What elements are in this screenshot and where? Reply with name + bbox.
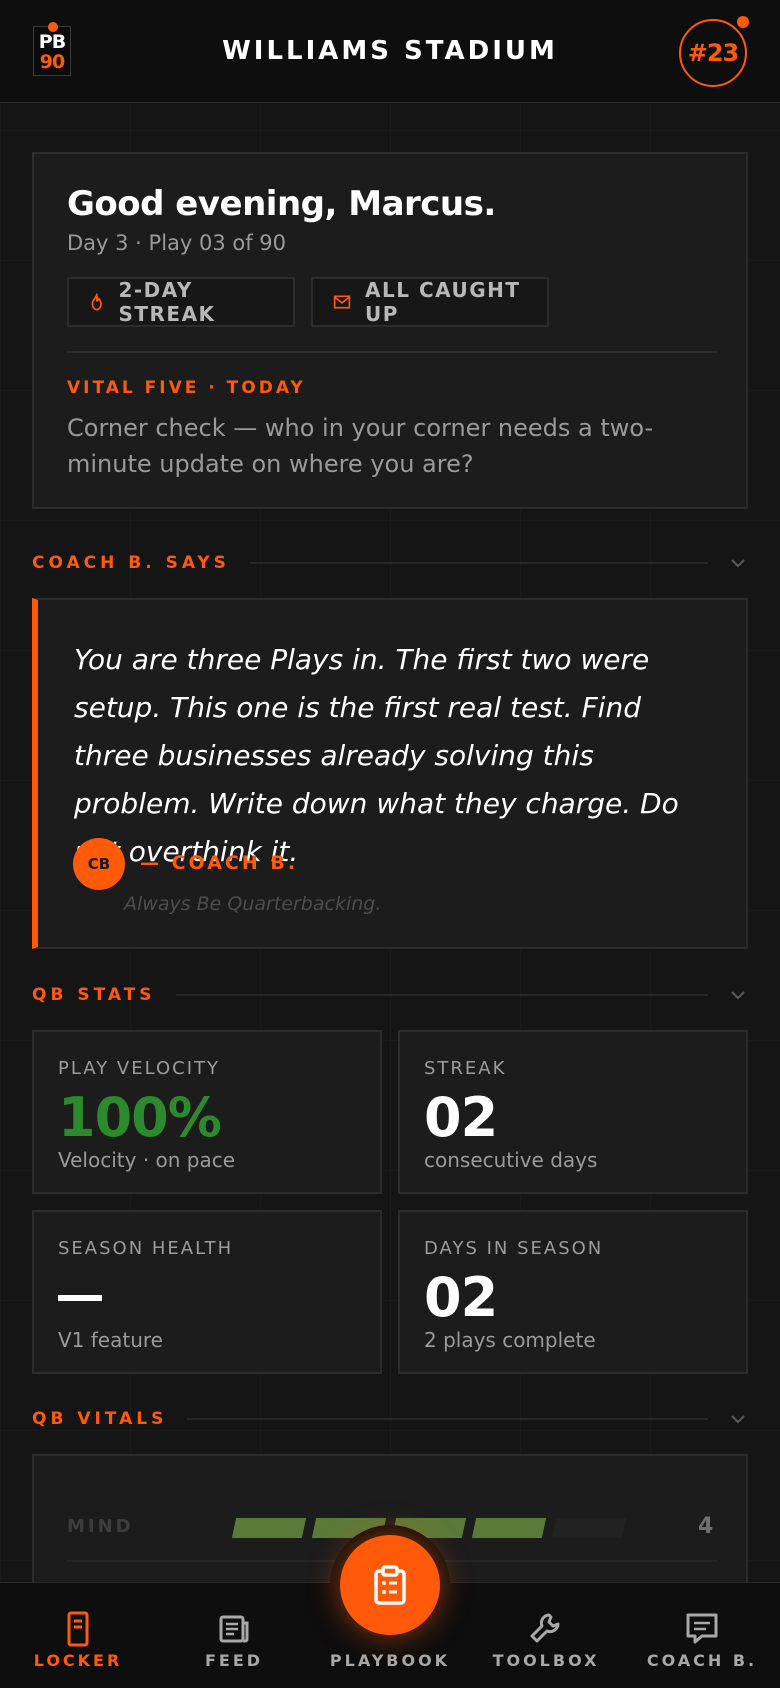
vital-five-label: VITAL FIVE · TODAY bbox=[67, 378, 306, 398]
stat-sub: consecutive days bbox=[424, 1148, 598, 1172]
stat-label: SEASON HEALTH bbox=[58, 1238, 234, 1259]
stat-card-play-velocity[interactable]: PLAY VELOCITY 100% Velocity · on pace bbox=[32, 1030, 382, 1194]
mail-icon bbox=[333, 295, 351, 309]
greeting-subtitle: Day 3 · Play 03 of 90 bbox=[67, 231, 287, 255]
vitals-section-header[interactable]: QB VITALS bbox=[32, 1404, 748, 1434]
nav-item-coach[interactable]: COACH B. bbox=[624, 1583, 780, 1688]
stats-section-title: QB STATS bbox=[32, 985, 156, 1005]
nav-label: COACH B. bbox=[646, 1651, 758, 1670]
section-rule bbox=[187, 1418, 708, 1420]
chevron-down-icon[interactable] bbox=[728, 1409, 748, 1429]
nav-label: PLAYBOOK bbox=[329, 1651, 451, 1670]
stat-label: STREAK bbox=[424, 1058, 507, 1079]
stat-value-dash bbox=[58, 1295, 102, 1301]
nav-item-locker[interactable]: LOCKER bbox=[0, 1583, 156, 1688]
stat-value: 02 bbox=[424, 1086, 498, 1149]
notification-dot bbox=[737, 16, 749, 28]
section-rule bbox=[249, 562, 708, 564]
stats-section-header[interactable]: QB STATS bbox=[32, 980, 748, 1010]
page-title: WILLIAMS STADIUM bbox=[222, 36, 558, 66]
stat-card-season-health[interactable]: SEASON HEALTH V1 feature bbox=[32, 1210, 382, 1374]
phone-icon bbox=[67, 1611, 89, 1647]
stat-label: PLAY VELOCITY bbox=[58, 1058, 221, 1079]
nav-label: FEED bbox=[204, 1651, 264, 1670]
flame-icon bbox=[91, 293, 102, 311]
streak-chip-label: 2-DAY STREAK bbox=[118, 278, 216, 326]
vital-row-value: 4 bbox=[698, 1514, 714, 1539]
coach-quote-text: You are three Plays in. The first two we… bbox=[74, 643, 679, 868]
greeting-title: Good evening, Marcus. bbox=[67, 184, 496, 224]
nav-label: TOOLBOX bbox=[492, 1651, 600, 1670]
stat-value: 100% bbox=[58, 1086, 222, 1149]
stat-value: 02 bbox=[424, 1266, 498, 1329]
coach-avatar: CB bbox=[73, 838, 125, 890]
greeting-card: Good evening, Marcus. Day 3 · Play 03 of… bbox=[32, 152, 748, 509]
coach-signature: — COACH B. bbox=[140, 852, 299, 874]
stat-sub: V1 feature bbox=[58, 1328, 163, 1352]
inbox-chip-label: ALL CAUGHT UP bbox=[365, 278, 521, 326]
coach-section-title: COACH B. SAYS bbox=[32, 553, 230, 573]
greeting-divider bbox=[67, 351, 717, 353]
chevron-down-icon[interactable] bbox=[728, 553, 748, 573]
streak-chip[interactable]: 2-DAY STREAK bbox=[67, 277, 295, 327]
vitals-section-title: QB VITALS bbox=[32, 1409, 168, 1429]
vital-bar-segment bbox=[551, 1518, 627, 1538]
inbox-chip[interactable]: ALL CAUGHT UP bbox=[311, 277, 549, 327]
coach-section-header[interactable]: COACH B. SAYS bbox=[32, 548, 748, 578]
section-rule bbox=[175, 994, 708, 996]
stat-card-days-in-season[interactable]: DAYS IN SEASON 02 2 plays complete bbox=[398, 1210, 748, 1374]
stat-sub: Velocity · on pace bbox=[58, 1148, 236, 1172]
nav-label: LOCKER bbox=[33, 1651, 123, 1670]
newspaper-icon bbox=[219, 1615, 249, 1643]
vital-row-label: MIND bbox=[67, 1516, 134, 1537]
vital-five-text: Corner check — who in your corner needs … bbox=[67, 414, 654, 478]
vital-bar-segment bbox=[471, 1518, 547, 1538]
coach-quote-card: You are three Plays in. The first two we… bbox=[32, 598, 748, 949]
chevron-down-icon[interactable] bbox=[728, 985, 748, 1005]
chat-icon bbox=[686, 1613, 718, 1644]
top-header: PB 90 WILLIAMS STADIUM #23 bbox=[0, 0, 780, 103]
coach-motto: Always Be Quarterbacking. bbox=[124, 893, 382, 915]
vital-bar-segment bbox=[231, 1518, 307, 1538]
nav-item-feed[interactable]: FEED bbox=[156, 1583, 312, 1688]
wrench-icon bbox=[530, 1613, 560, 1643]
clipboard-icon bbox=[374, 1565, 406, 1605]
stat-label: DAYS IN SEASON bbox=[424, 1238, 604, 1259]
nav-item-toolbox[interactable]: TOOLBOX bbox=[468, 1583, 624, 1688]
playbook-fab-button[interactable] bbox=[340, 1535, 440, 1635]
jersey-number-button[interactable]: #23 bbox=[679, 19, 747, 87]
stat-sub: 2 plays complete bbox=[424, 1328, 596, 1352]
stat-card-streak[interactable]: STREAK 02 consecutive days bbox=[398, 1030, 748, 1194]
